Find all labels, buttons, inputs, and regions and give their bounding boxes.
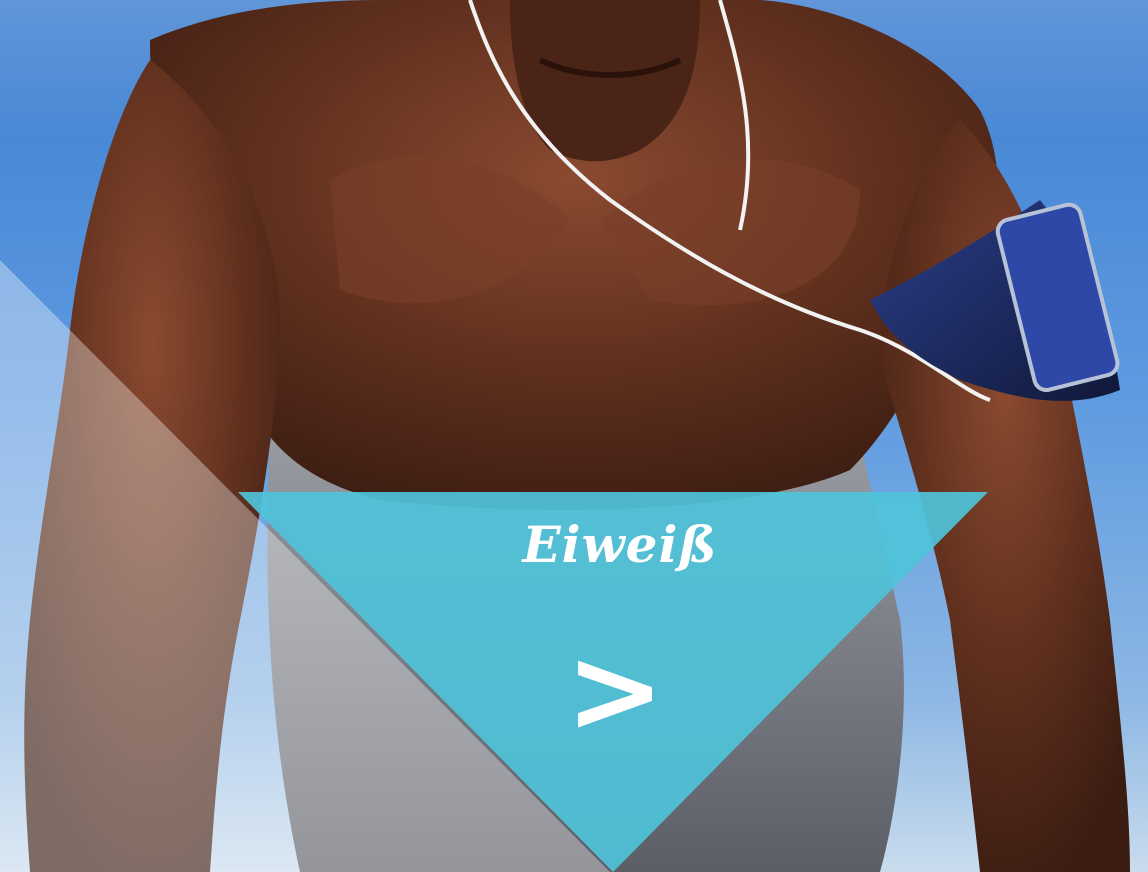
banner-title: Eiweiß xyxy=(522,515,718,574)
chevron-right-icon[interactable]: > xyxy=(555,630,675,750)
